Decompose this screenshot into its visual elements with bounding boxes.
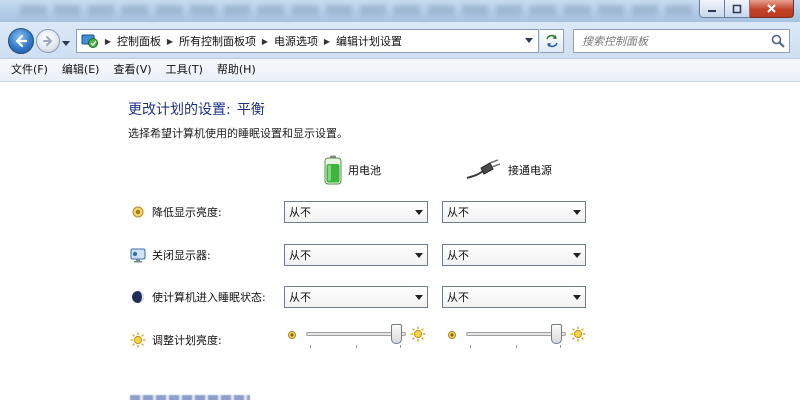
chevron-down-icon (525, 38, 533, 43)
slider-tick (560, 345, 561, 348)
menu-help[interactable]: 帮助(H) (210, 59, 263, 81)
sleep-moon-icon (130, 289, 146, 305)
title-bar (0, 0, 800, 22)
turn-off-display-battery-select[interactable]: 从不 (284, 244, 428, 266)
minimize-icon (708, 9, 716, 12)
setting-row-turn-off-display: 关闭显示器: (130, 245, 211, 265)
dim-display-battery-select[interactable]: 从不 (284, 201, 428, 223)
slider-tick (400, 345, 401, 348)
maximize-icon (732, 4, 742, 13)
arrow-left-icon (15, 34, 28, 48)
select-value: 从不 (289, 249, 311, 262)
refresh-button[interactable] (540, 29, 564, 53)
chevron-right-icon[interactable]: ▶ (258, 30, 272, 52)
sleep-battery-select[interactable]: 从不 (284, 286, 428, 308)
setting-label: 调整计划亮度: (152, 334, 222, 347)
select-value: 从不 (447, 249, 469, 262)
chevron-down-icon (411, 202, 427, 222)
dim-sun-icon (446, 329, 458, 344)
dim-brightness-icon (130, 204, 146, 220)
breadcrumb-power-options[interactable]: 电源选项 (272, 33, 320, 49)
chevron-right-icon[interactable]: ▶ (101, 30, 115, 52)
column-header-battery: 用电池 (324, 155, 381, 185)
select-value: 从不 (289, 291, 311, 304)
forward-button[interactable] (36, 29, 60, 53)
turn-off-display-plugged-select[interactable]: 从不 (442, 244, 586, 266)
column-label-battery: 用电池 (348, 164, 381, 177)
setting-label: 降低显示亮度: (152, 206, 222, 219)
slider-tick (470, 345, 471, 348)
power-plug-icon (466, 159, 501, 179)
breadcrumb-edit-plan[interactable]: 编辑计划设置 (334, 33, 404, 49)
breadcrumb: ▶ 控制面板 ▶ 所有控制面板项 ▶ 电源选项 ▶ 编辑计划设置 (101, 30, 404, 52)
arrow-right-icon (43, 36, 52, 46)
menu-view[interactable]: 查看(V) (106, 59, 158, 81)
maximize-button[interactable] (725, 0, 750, 18)
navigation-bar: ▶ 控制面板 ▶ 所有控制面板项 ▶ 电源选项 ▶ 编辑计划设置 (0, 22, 800, 58)
menu-bar: 文件(F) 编辑(E) 查看(V) 工具(T) 帮助(H) (0, 58, 800, 82)
chevron-down-icon (569, 202, 585, 222)
slider-tick (356, 345, 357, 348)
dim-display-plugged-select[interactable]: 从不 (442, 201, 586, 223)
chevron-down-icon (569, 245, 585, 265)
slider-thumb[interactable] (391, 324, 402, 344)
menu-tools[interactable]: 工具(T) (159, 59, 210, 81)
column-label-plugged: 接通电源 (508, 164, 552, 177)
page-subtitle: 选择希望计算机使用的睡眠设置和显示设置。 (128, 127, 348, 140)
main-content: 更改计划的设置: 平衡 选择希望计算机使用的睡眠设置和显示设置。 用电池 接通电源… (0, 83, 800, 400)
minimize-button[interactable] (699, 0, 725, 18)
select-value: 从不 (447, 206, 469, 219)
page-title: 更改计划的设置: 平衡 (128, 99, 265, 119)
search-icon[interactable] (767, 30, 789, 52)
setting-label: 关闭显示器: (152, 249, 211, 262)
cut-off-link[interactable] (130, 395, 250, 400)
breadcrumb-control-panel[interactable]: 控制面板 (115, 33, 163, 49)
select-value: 从不 (447, 291, 469, 304)
chevron-down-icon (62, 41, 70, 46)
chevron-down-icon (569, 287, 585, 307)
select-value: 从不 (289, 206, 311, 219)
plan-name: 平衡 (236, 102, 265, 118)
address-bar[interactable]: ▶ 控制面板 ▶ 所有控制面板项 ▶ 电源选项 ▶ 编辑计划设置 (76, 29, 539, 53)
column-header-plugged: 接通电源 (466, 159, 552, 181)
dim-sun-icon (286, 329, 298, 344)
back-button[interactable] (8, 28, 34, 54)
sleep-plugged-select[interactable]: 从不 (442, 286, 586, 308)
refresh-icon (545, 34, 558, 48)
close-icon (767, 4, 776, 13)
setting-label: 使计算机进入睡眠状态: (152, 291, 266, 304)
chevron-right-icon[interactable]: ▶ (320, 30, 334, 52)
setting-row-brightness: 调整计划亮度: (130, 330, 222, 350)
slider-tick (516, 345, 517, 348)
monitor-icon (130, 247, 146, 263)
setting-row-sleep: 使计算机进入睡眠状态: (130, 287, 266, 307)
address-history-dropdown[interactable] (520, 30, 538, 52)
breadcrumb-all-items[interactable]: 所有控制面板项 (177, 33, 258, 49)
title-bar-blurred-text (20, 5, 710, 15)
battery-icon (324, 155, 342, 185)
page-title-prefix: 更改计划的设置: (128, 102, 231, 118)
brightness-plugged-slider[interactable] (466, 323, 566, 348)
close-button[interactable] (750, 0, 794, 18)
bright-sun-icon (570, 326, 586, 345)
control-panel-icon (79, 30, 101, 52)
chevron-down-icon (411, 287, 427, 307)
bright-sun-icon (410, 326, 426, 345)
brightness-battery-slider[interactable] (306, 323, 406, 348)
chevron-down-icon (411, 245, 427, 265)
search-input[interactable] (574, 31, 767, 51)
setting-row-dim-display: 降低显示亮度: (130, 202, 222, 222)
recent-pages-dropdown[interactable] (62, 37, 70, 50)
sun-icon (130, 332, 146, 348)
window-controls (699, 0, 794, 18)
slider-tick (310, 345, 311, 348)
slider-thumb[interactable] (551, 324, 562, 344)
menu-edit[interactable]: 编辑(E) (55, 59, 107, 81)
search-box[interactable] (573, 29, 790, 53)
menu-file[interactable]: 文件(F) (4, 59, 55, 81)
chevron-right-icon[interactable]: ▶ (163, 30, 177, 52)
